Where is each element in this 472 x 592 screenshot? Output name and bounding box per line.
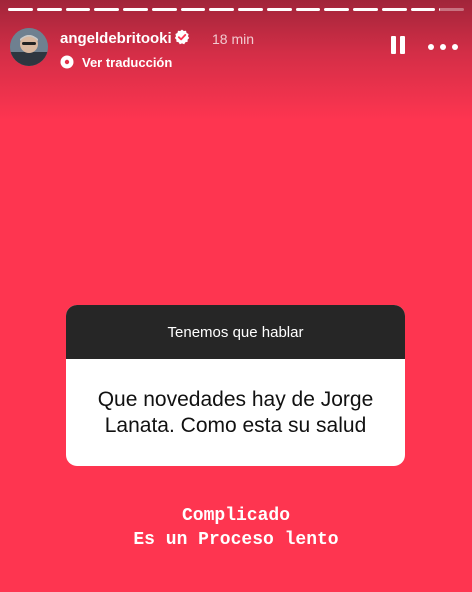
story-progress-segment xyxy=(180,8,206,11)
story-progress-segment xyxy=(353,8,378,11)
question-prompt: Tenemos que hablar xyxy=(66,305,405,359)
verified-badge-icon xyxy=(174,29,190,45)
story-progress-fill xyxy=(439,8,441,11)
pause-icon-bar xyxy=(400,36,405,54)
translate-link[interactable]: Ver traducción xyxy=(60,53,172,71)
pause-icon-bar xyxy=(391,36,396,54)
story-progress-bar xyxy=(8,8,464,11)
story-progress-segment xyxy=(94,8,119,11)
story-progress-fill xyxy=(381,8,407,11)
story-progress-fill xyxy=(295,8,321,11)
story-progress-segment xyxy=(266,8,292,11)
story-progress-fill xyxy=(266,8,292,11)
story-timestamp: 18 min xyxy=(212,31,255,47)
story-progress-fill xyxy=(410,8,436,11)
username[interactable]: angeldebritooki xyxy=(60,30,172,47)
answer-text: Complicado Es un Proceso lento xyxy=(0,504,472,552)
more-icon-dot xyxy=(440,44,446,50)
story-progress-fill xyxy=(123,8,148,11)
question-text: Que novedades hay de Jorge Lanata. Como … xyxy=(97,387,374,437)
story-progress-fill xyxy=(180,8,206,11)
story-progress-fill xyxy=(94,8,119,11)
story-progress-segment xyxy=(123,8,148,11)
more-icon-dot xyxy=(428,44,434,50)
pause-button[interactable] xyxy=(388,36,408,58)
translate-icon xyxy=(60,55,74,69)
story-progress-segment xyxy=(410,8,436,11)
story-progress-fill xyxy=(151,8,177,11)
story-progress-segment xyxy=(151,8,177,11)
story-progress-fill xyxy=(324,8,349,11)
story-progress-segment xyxy=(65,8,91,11)
story-progress-segment xyxy=(238,8,263,11)
question-sticker[interactable]: Tenemos que hablar Que novedades hay de … xyxy=(66,305,405,466)
more-options-button[interactable] xyxy=(428,36,458,58)
story-progress-segment xyxy=(381,8,407,11)
story-progress-segment xyxy=(439,8,464,11)
story-progress-fill xyxy=(238,8,263,11)
story-progress-fill xyxy=(36,8,62,11)
answer-line: Es un Proceso lento xyxy=(133,530,339,550)
story-progress-fill xyxy=(65,8,91,11)
more-icon-dot xyxy=(452,44,458,50)
story-progress-segment xyxy=(8,8,33,11)
story-progress-segment xyxy=(324,8,349,11)
story-progress-segment xyxy=(209,8,234,11)
avatar[interactable] xyxy=(10,28,48,66)
translate-label: Ver traducción xyxy=(82,54,173,70)
story-viewer[interactable]: angeldebritooki 18 min Ver traducción Te… xyxy=(0,0,472,592)
story-progress-fill xyxy=(8,8,33,11)
story-progress-segment xyxy=(36,8,62,11)
answer-line: Complicado xyxy=(181,506,291,526)
story-progress-fill xyxy=(209,8,234,11)
story-progress-fill xyxy=(353,8,378,11)
story-progress-segment xyxy=(295,8,321,11)
story-header: angeldebritooki 18 min Ver traducción xyxy=(10,26,462,76)
